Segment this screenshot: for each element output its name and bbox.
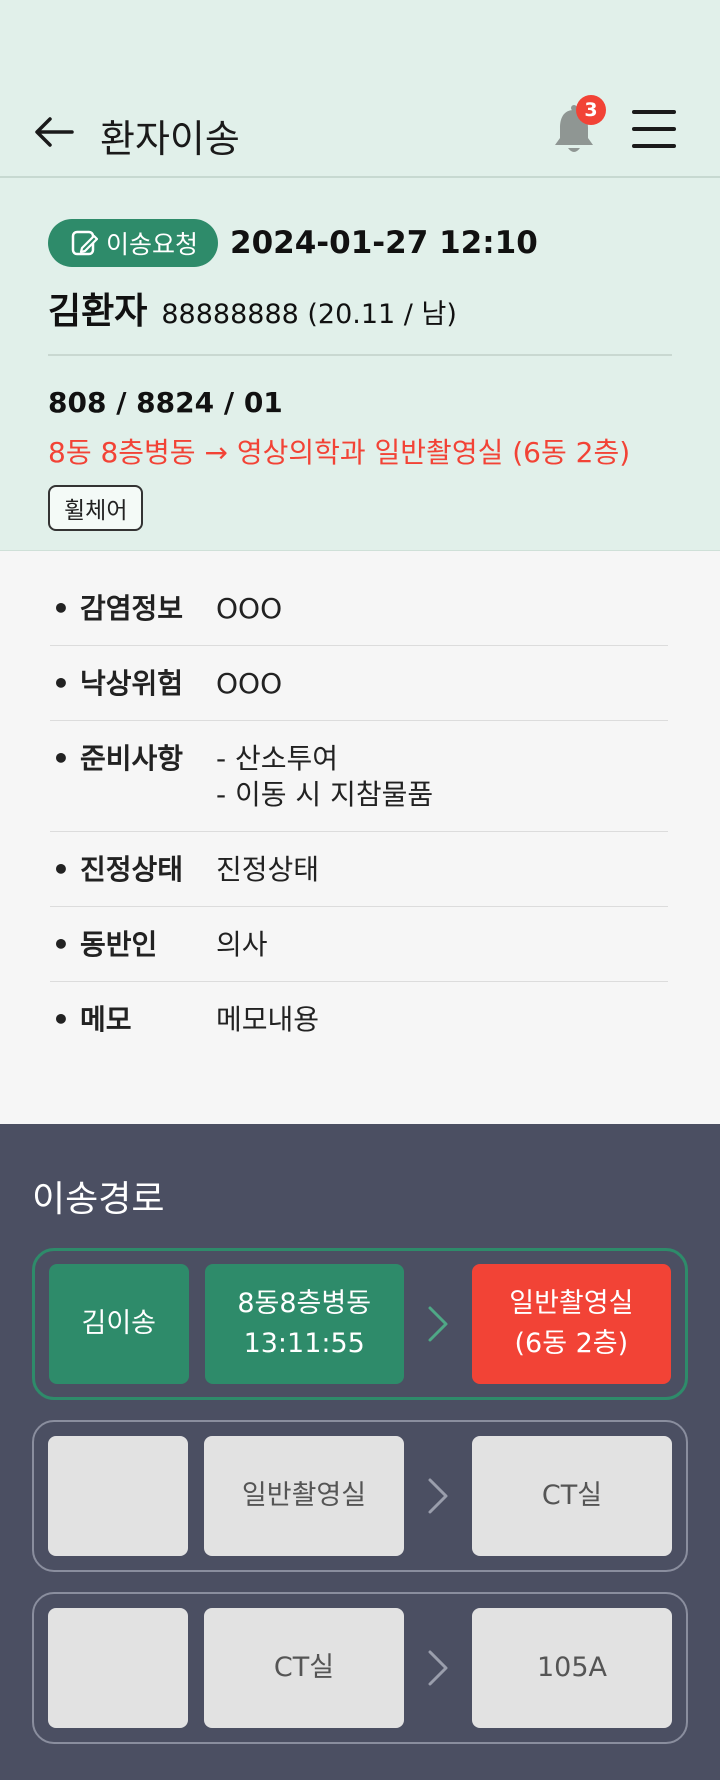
detail-label: 메모 [50,1002,216,1038]
transport-mode-chip: 휠체어 [48,485,144,531]
detail-row-infection: 감염정보 OOO [50,571,668,646]
back-arrow-icon[interactable] [32,112,78,152]
request-datetime: 2024-01-27 12:10 [230,225,538,261]
status-label: 이송요청 [106,230,199,259]
top-app-bar: 환자이송 [0,90,720,178]
page-title: 환자이송 [100,117,240,161]
chevron-right-icon [404,1304,472,1344]
transfer-path-section: 이송경로 김이송 8동8층병동 13:11:55 일반촬영실 (6동 2층) 일… [0,1124,720,1744]
detail-label: 감염정보 [50,591,216,627]
location-code: 808 / 8824 / 01 [48,386,283,419]
route-staff [48,1608,188,1728]
route-from: 8동8층병동 13:11:55 [204,1264,404,1384]
patient-name: 김환자 [48,291,148,332]
route-staff: 김이송 [49,1264,189,1384]
detail-value: 의사 [216,928,268,961]
route-card[interactable]: CT실 105A [32,1592,688,1744]
detail-row-memo: 메모 메모내용 [50,982,668,1056]
detail-value: OOO [216,592,283,625]
edit-document-icon [71,230,98,256]
route-card[interactable]: 김이송 8동8층병동 13:11:55 일반촬영실 (6동 2층) [32,1248,688,1400]
route-card[interactable]: 일반촬영실 CT실 [32,1420,688,1572]
detail-value: 메모내용 [216,1003,320,1036]
divider [48,354,672,356]
status-bar-spacer [0,0,720,90]
detail-row-fall-risk: 낙상위험 OOO [50,646,668,721]
route-from: 일반촬영실 [204,1436,404,1556]
detail-value: OOO [216,667,283,700]
detail-label: 진정상태 [50,852,216,888]
patient-info: 이송요청 2024-01-27 12:10 김환자 88888888 (20.1… [0,178,720,531]
patient-details: 감염정보 OOO 낙상위험 OOO 준비사항 - 산소투여 - 이동 시 지참물… [0,551,720,1124]
detail-label: 동반인 [50,927,216,963]
route-to: 105A [472,1608,672,1728]
detail-row-companion: 동반인 의사 [50,907,668,982]
chevron-right-icon [404,1476,472,1516]
detail-label: 준비사항 [50,741,216,813]
detail-row-preparation: 준비사항 - 산소투여 - 이동 시 지참물품 [50,721,668,832]
patient-id-info: 88888888 (20.11 / 남) [161,299,457,330]
detail-value: 진정상태 [216,853,320,886]
route-staff [48,1436,188,1556]
route-from: CT실 [204,1608,404,1728]
detail-label: 낙상위험 [50,666,216,702]
route-summary: 8동 8층병동 → 영상의학과 일반촬영실 (6동 2층) [48,436,631,469]
patient-header-area: 환자이송 3 이송요청 2024-01-27 12:10 김환자 8888888… [0,0,720,551]
route-to: CT실 [472,1436,672,1556]
detail-row-sedation: 진정상태 진정상태 [50,832,668,907]
detail-value: - 산소투여 - 이동 시 지참물품 [216,742,434,811]
section-title: 이송경로 [32,1179,165,1220]
status-badge: 이송요청 [48,219,219,267]
hamburger-menu-icon[interactable] [632,110,676,150]
notification-badge: 3 [576,95,606,125]
chevron-right-icon [404,1648,472,1688]
route-to: 일반촬영실 (6동 2층) [471,1264,672,1384]
